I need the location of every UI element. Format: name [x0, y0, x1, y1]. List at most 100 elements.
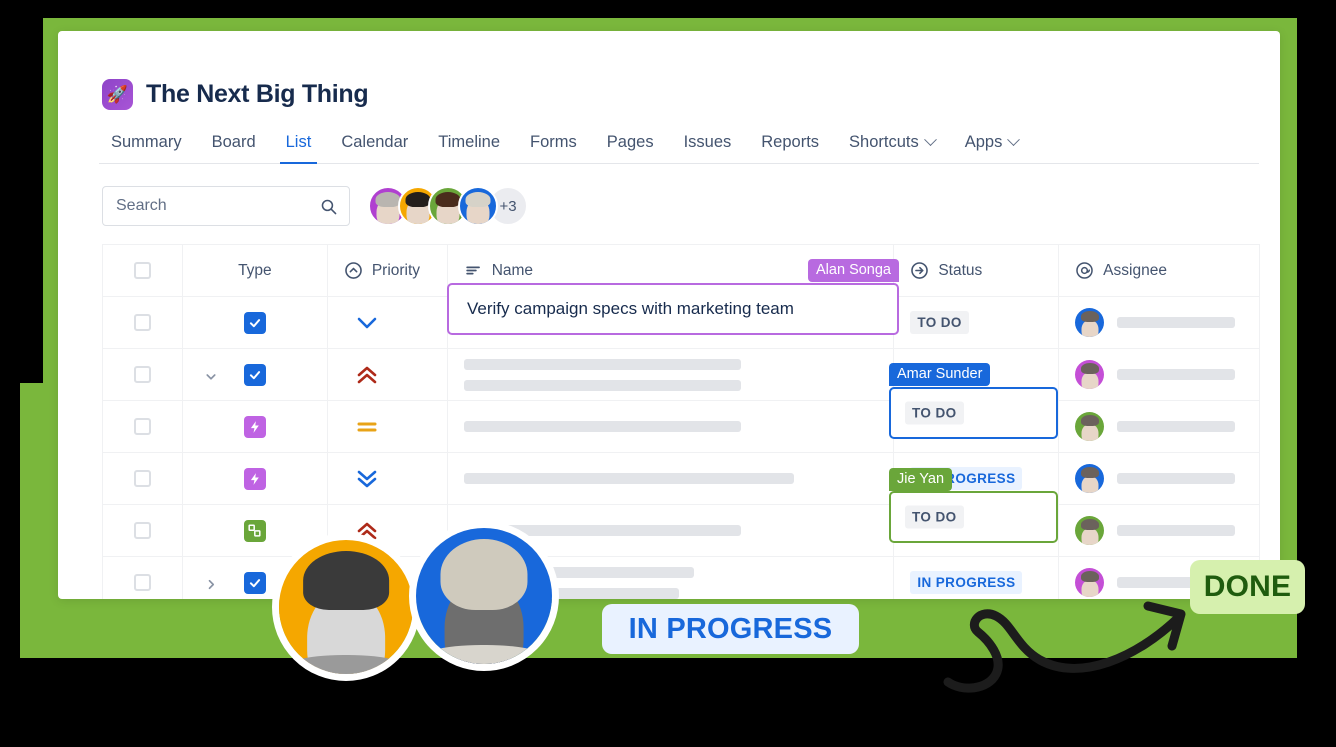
avatar-hair [375, 192, 401, 207]
status-badge: DONE [910, 363, 965, 386]
chevron-down-icon [923, 133, 937, 147]
row-status[interactable]: TO DO [894, 297, 1060, 348]
row-assignee[interactable] [1059, 349, 1259, 400]
search-icon [321, 199, 337, 215]
row-type[interactable] [183, 453, 328, 504]
checkbox-icon[interactable] [133, 574, 151, 591]
header-type-label: Type [238, 261, 272, 279]
chevron-down-single-icon [357, 317, 377, 328]
header-status[interactable]: Status [894, 245, 1060, 296]
row-name[interactable] [448, 349, 895, 400]
chevron-down-icon[interactable] [205, 369, 216, 380]
rocket-icon: 🚀 [102, 79, 133, 110]
tab-apps[interactable]: Apps [956, 129, 1028, 163]
callout-in-progress: IN PROGRESS [602, 604, 859, 654]
row-assignee[interactable] [1059, 401, 1259, 452]
row-priority[interactable] [328, 401, 448, 452]
row-type[interactable] [183, 349, 328, 400]
row-name[interactable] [448, 297, 895, 348]
row-status[interactable]: DONE [894, 349, 1060, 400]
tab-calendar[interactable]: Calendar [332, 129, 417, 163]
at-circle-icon [1076, 262, 1093, 279]
project-title-row: 🚀 The Next Big Thing [102, 79, 1280, 110]
row-name[interactable] [448, 453, 895, 504]
tab-reports[interactable]: Reports [752, 129, 828, 163]
text-lines-icon [465, 266, 480, 275]
arrow-right-circle-icon [911, 262, 929, 279]
task-checkbox-icon [243, 571, 266, 594]
table-row[interactable]: DONE [103, 349, 1259, 401]
search-box[interactable] [102, 186, 350, 226]
table-header-row: Type Priority Name Status Assignee [103, 245, 1259, 297]
tab-summary[interactable]: Summary [102, 129, 191, 163]
row-status[interactable] [894, 401, 1060, 452]
row-select-checkbox[interactable] [103, 505, 183, 556]
row-select-checkbox[interactable] [103, 349, 183, 400]
row-select-checkbox[interactable] [103, 557, 183, 599]
member-avatars[interactable]: +3 [368, 186, 528, 226]
avatar[interactable] [458, 186, 498, 226]
search-input[interactable] [103, 187, 349, 225]
tab-shortcuts[interactable]: Shortcuts [840, 129, 944, 163]
jira-list-view-card: 🚀 The Next Big Thing Summary Board List Cal… [58, 31, 1280, 599]
placeholder-bar [1117, 317, 1236, 328]
checkbox-icon[interactable] [133, 522, 151, 539]
curved-arrow-icon [943, 601, 1186, 693]
task-checkbox-icon [243, 363, 266, 386]
row-select-checkbox[interactable] [103, 401, 183, 452]
checkbox-icon[interactable] [133, 470, 151, 487]
placeholder-bar [1117, 369, 1236, 380]
header-type[interactable]: Type [183, 245, 328, 296]
header-priority[interactable]: Priority [328, 245, 448, 296]
avatar-hair [405, 192, 431, 207]
row-priority[interactable] [328, 453, 448, 504]
table-row[interactable] [103, 505, 1259, 557]
tab-board[interactable]: Board [203, 129, 265, 163]
row-select-checkbox[interactable] [103, 453, 183, 504]
tab-label: Calendar [341, 133, 409, 151]
row-assignee[interactable] [1059, 297, 1259, 348]
row-name[interactable] [448, 401, 895, 452]
header-select-all[interactable] [103, 245, 183, 296]
placeholder-bar [463, 473, 794, 484]
chevron-right-icon[interactable] [205, 577, 216, 589]
assignee-avatar[interactable] [1075, 308, 1105, 337]
tab-label: Shortcuts [849, 133, 919, 151]
row-priority[interactable] [328, 297, 448, 348]
portrait-left [272, 533, 420, 681]
toolbar: +3 [102, 186, 1280, 226]
row-status[interactable] [894, 505, 1060, 556]
tab-pages[interactable]: Pages [598, 129, 663, 163]
placeholder-bar [1117, 421, 1236, 432]
header-name[interactable]: Name [448, 245, 895, 296]
header-assignee[interactable]: Assignee [1059, 245, 1259, 296]
row-priority[interactable] [328, 349, 448, 400]
assignee-avatar[interactable] [1075, 516, 1105, 545]
tab-timeline[interactable]: Timeline [429, 129, 509, 163]
checkbox-icon[interactable] [133, 314, 151, 331]
row-assignee[interactable] [1059, 453, 1259, 504]
story-bolt-icon [243, 467, 266, 490]
tab-label: Reports [761, 133, 820, 151]
tab-list[interactable]: List [277, 129, 321, 164]
header-assignee-label: Assignee [1103, 261, 1167, 279]
row-select-checkbox[interactable] [103, 297, 183, 348]
portrait-right-headwrap [440, 538, 528, 610]
table-row[interactable]: TO DO [103, 297, 1259, 349]
row-type[interactable] [183, 401, 328, 452]
checkbox-icon[interactable] [133, 418, 151, 435]
tab-label: Issues [683, 133, 732, 151]
checkbox-icon[interactable] [133, 366, 151, 383]
tab-label: Apps [964, 133, 1003, 151]
checkbox-icon[interactable] [133, 262, 151, 279]
row-assignee[interactable] [1059, 505, 1259, 556]
table-row[interactable] [103, 401, 1259, 453]
table-row[interactable]: IN PROGRESS [103, 453, 1259, 505]
row-type[interactable] [183, 297, 328, 348]
assignee-avatar[interactable] [1075, 360, 1105, 389]
tab-forms[interactable]: Forms [521, 129, 586, 163]
assignee-avatar[interactable] [1075, 412, 1105, 441]
assignee-avatar[interactable] [1075, 464, 1105, 493]
row-status[interactable]: IN PROGRESS [894, 453, 1060, 504]
tab-issues[interactable]: Issues [675, 129, 741, 163]
